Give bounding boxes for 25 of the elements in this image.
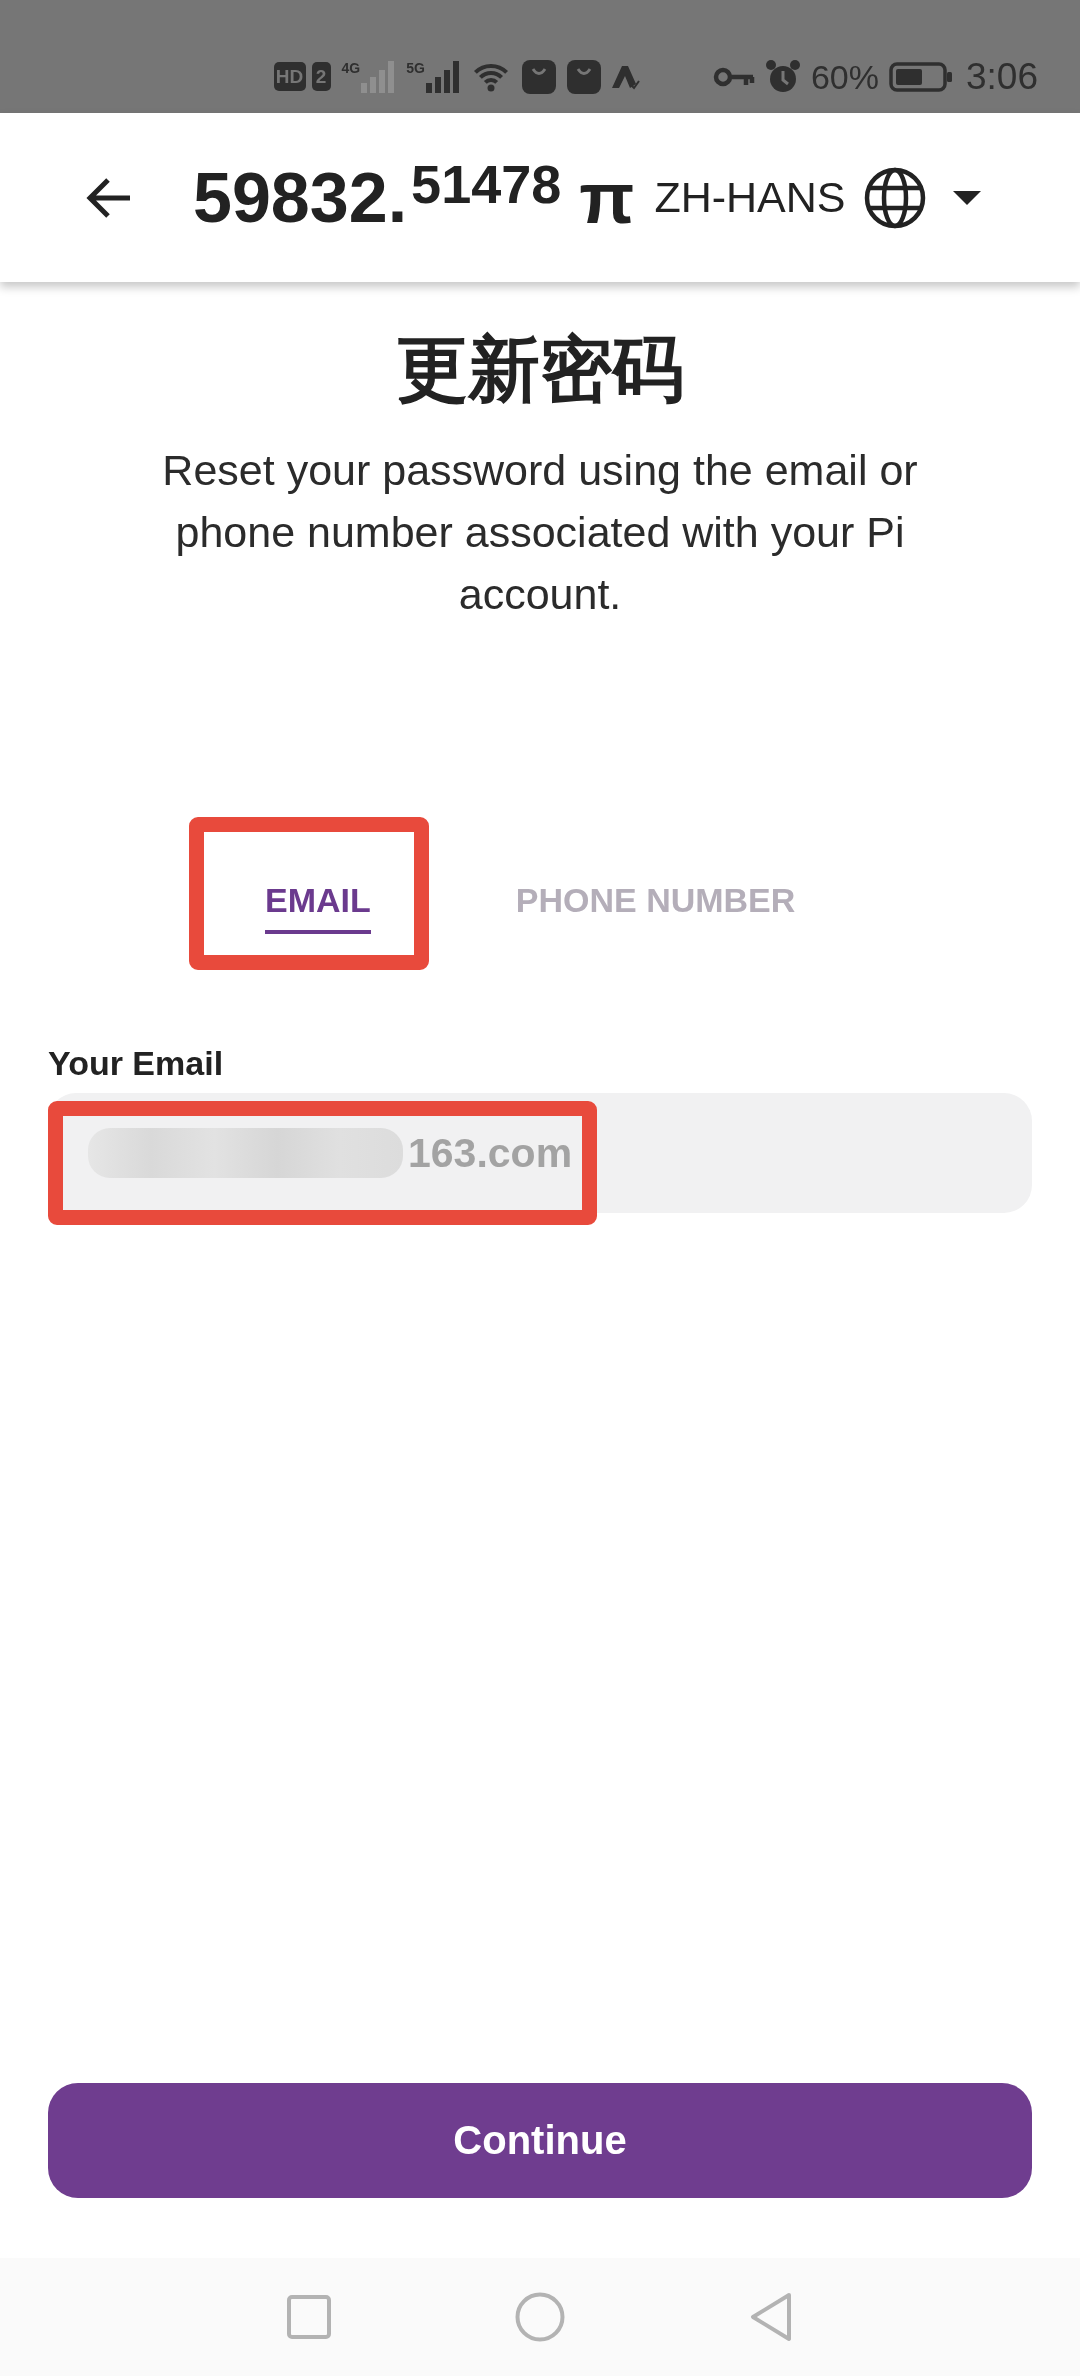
square-icon[interactable] [287, 2295, 331, 2339]
continue-button[interactable]: Continue [48, 2083, 1032, 2198]
globe-icon [863, 166, 926, 229]
field-label: Your Email [48, 1043, 225, 1083]
clock-time: 3:06 [966, 56, 1038, 97]
status-indicator: 2 [311, 62, 331, 91]
status-indicator: HD [273, 62, 306, 91]
network-label: 5G [406, 60, 425, 75]
caret-down-icon [952, 190, 981, 205]
battery-icon [889, 61, 953, 92]
page-title: 更新密码 [396, 329, 684, 409]
shopping-bag-icon [521, 59, 556, 94]
currency-symbol: π [579, 162, 635, 233]
tab[interactable]: EMAIL [265, 877, 371, 934]
network-label: 4G [341, 60, 361, 75]
balance-amount: 59832.$^{51478}$ [193, 162, 562, 233]
alarm-clock-icon [764, 58, 801, 95]
shopping-bag-icon [566, 59, 601, 94]
battery-percent: 60% [810, 56, 879, 97]
key-icon [712, 65, 755, 88]
circle-icon[interactable] [515, 2292, 565, 2342]
language-selector[interactable]: ZH-HANS [654, 166, 981, 229]
triangle-icon[interactable] [749, 2292, 793, 2342]
triangle-tick-icon [611, 63, 640, 90]
description-text: Reset your password using the email or phone number associated with your Pi account. [161, 445, 919, 620]
